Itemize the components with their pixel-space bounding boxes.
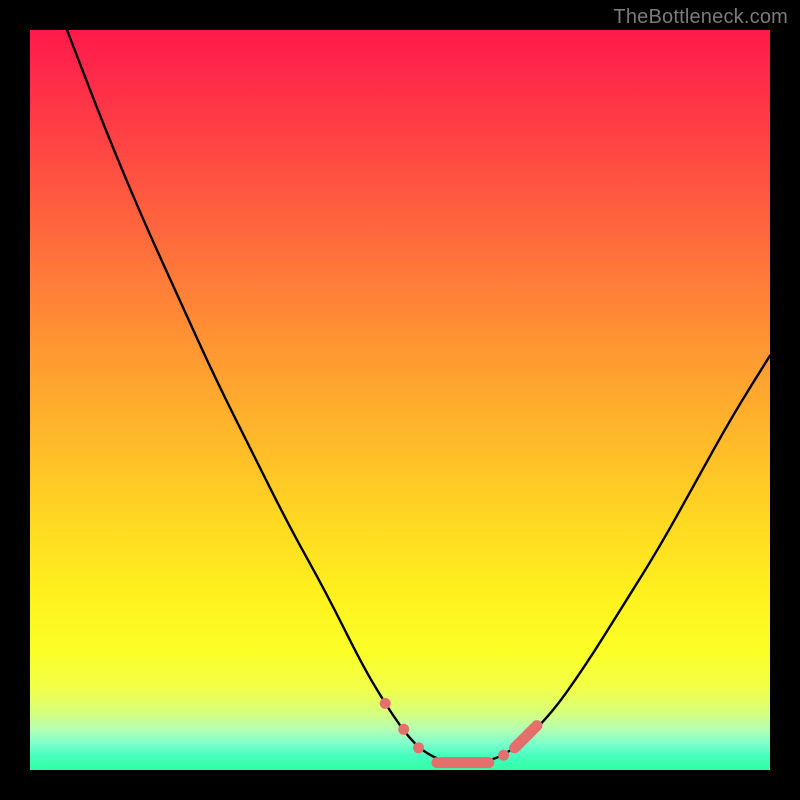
bottleneck-curve	[67, 30, 770, 763]
curve-marker-dot	[513, 739, 524, 750]
curve-markers	[380, 698, 537, 763]
curve-svg	[30, 30, 770, 770]
plot-area	[30, 30, 770, 770]
curve-marker-dot	[398, 724, 409, 735]
attribution-text: TheBottleneck.com	[613, 6, 788, 29]
curve-marker-dot	[413, 742, 424, 753]
curve-marker-dot	[524, 728, 535, 739]
chart-frame: TheBottleneck.com	[0, 0, 800, 800]
curve-marker-dot	[498, 750, 509, 761]
curve-marker-dot	[380, 698, 391, 709]
